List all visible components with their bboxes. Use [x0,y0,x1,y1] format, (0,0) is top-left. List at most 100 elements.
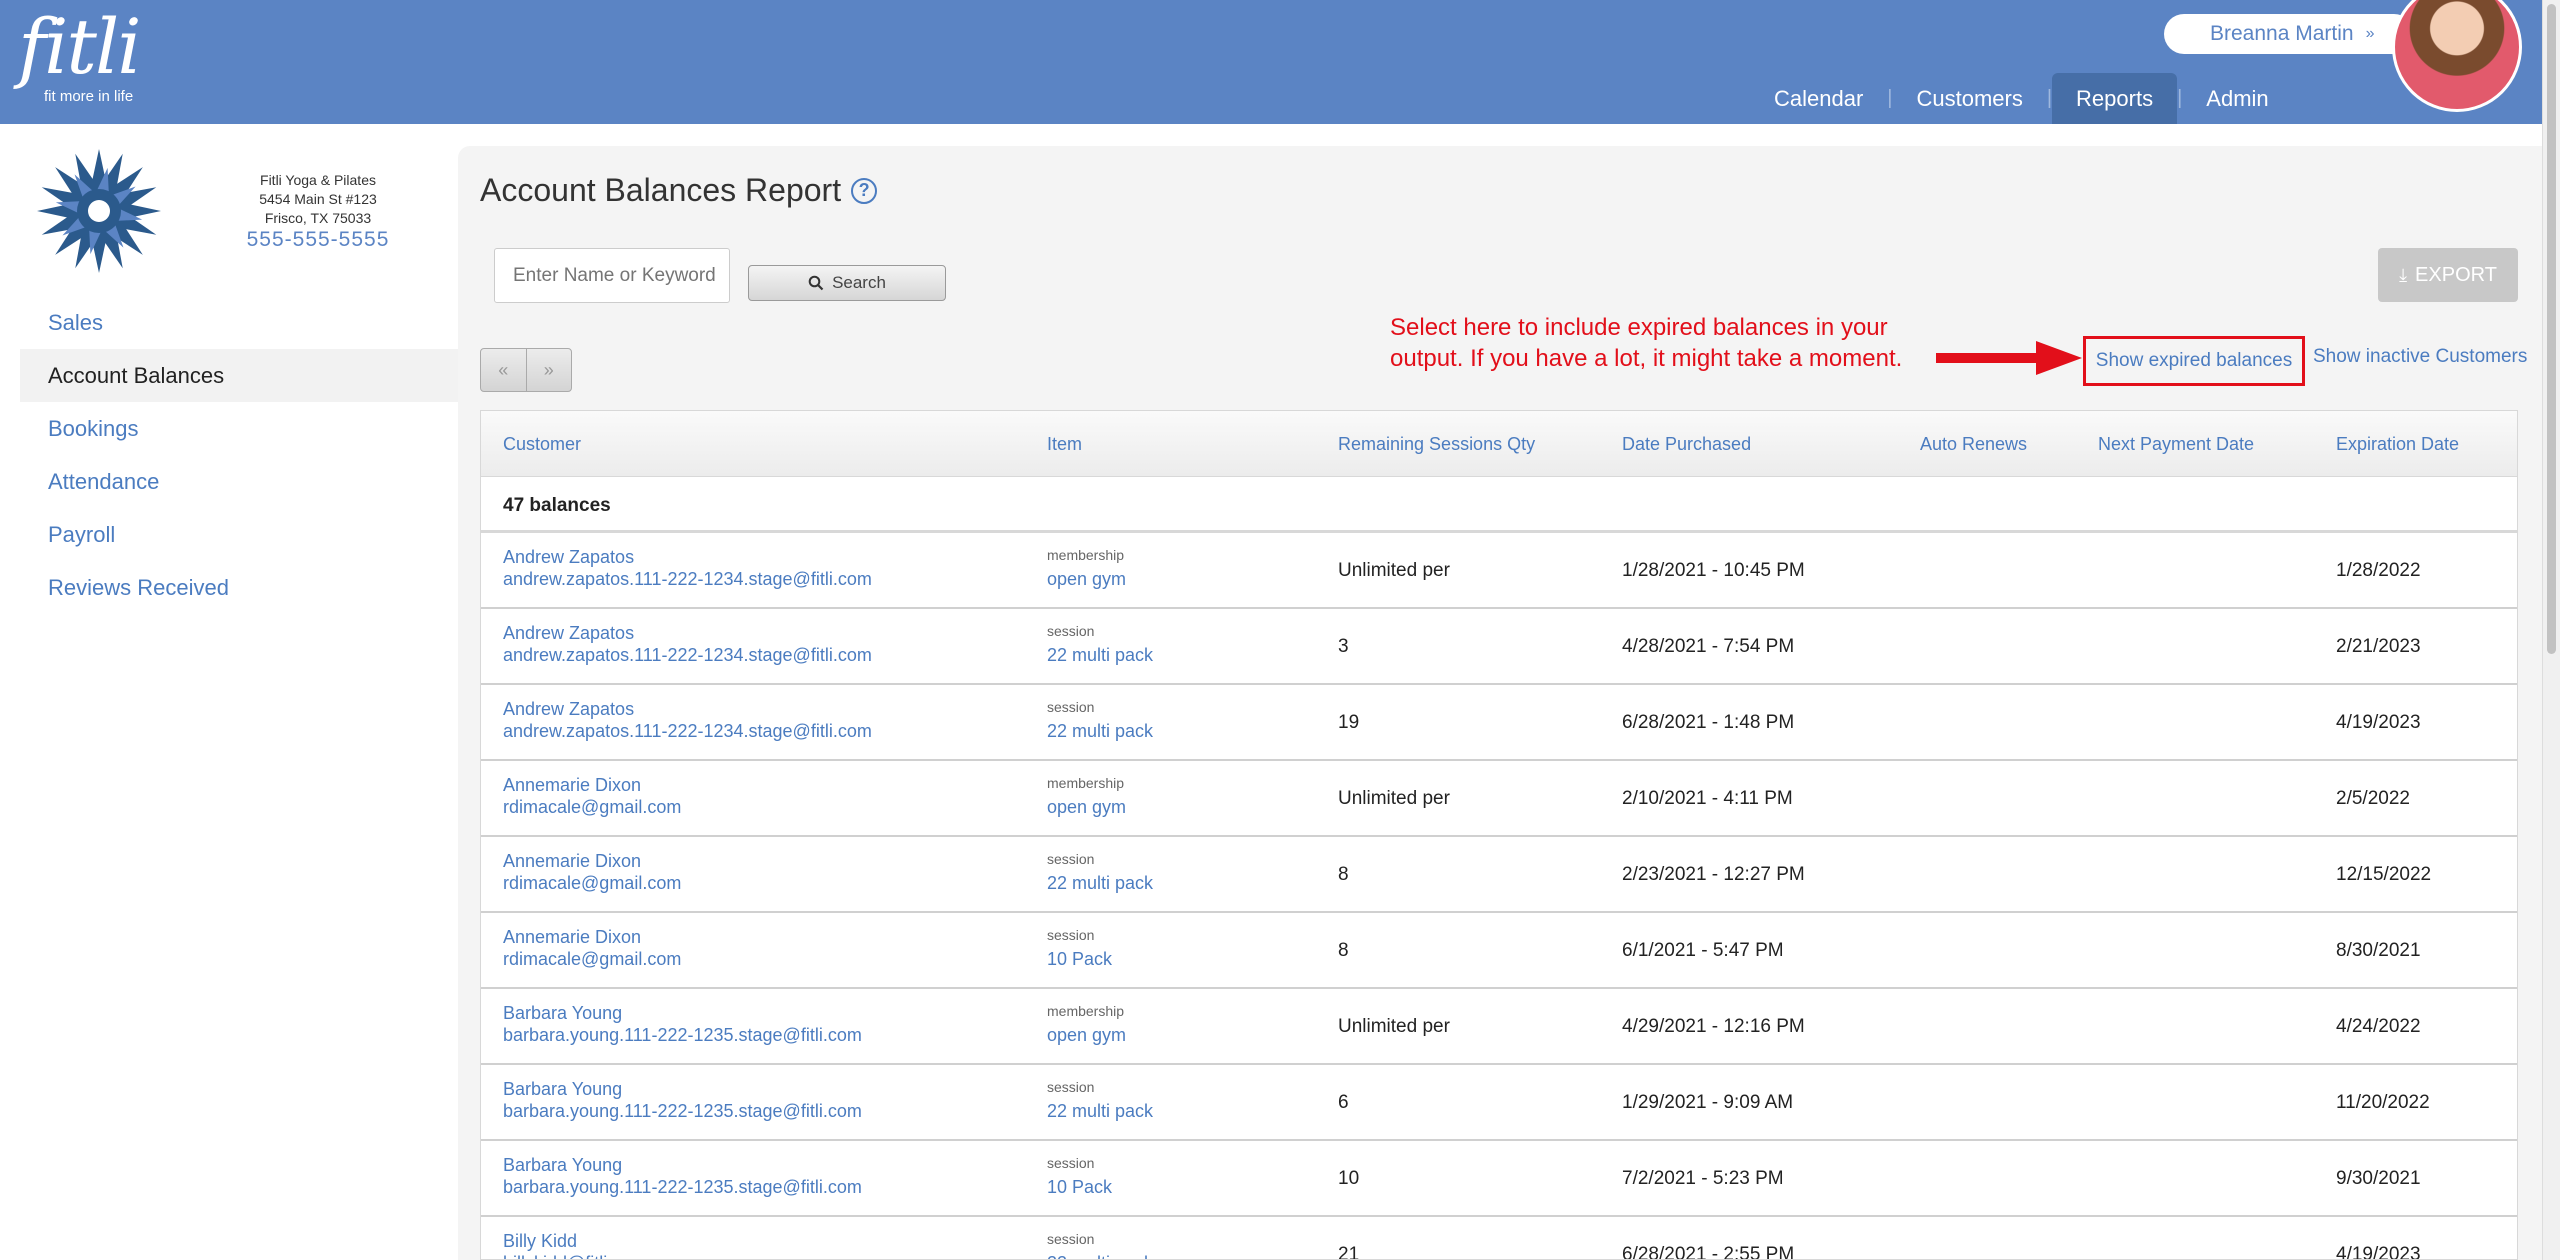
item-name-link[interactable]: 10 Pack [1047,949,1112,970]
help-icon[interactable]: ? [851,177,878,204]
fitli-logo[interactable]: fitli fit more in life [18,8,142,106]
search-button-label: Search [832,273,886,292]
table-row[interactable]: Andrew Zapatos andrew.zapatos.111-222-123… [481,609,2517,685]
column-header-expiration-date[interactable]: Expiration Date [2336,411,2459,477]
item-name-link[interactable]: open gym [1047,797,1126,818]
remaining-sessions-qty: 21 [1338,1244,1360,1260]
sidebar-item-attendance[interactable]: Attendance [20,455,458,508]
studio-phone[interactable]: 555-555-5555 [230,228,406,252]
column-header-customer[interactable]: Customer [503,411,581,477]
customer-email-link[interactable]: barbara.young.111-222-1235.stage@fitli.c… [503,1101,862,1121]
table-body: Andrew Zapatos andrew.zapatos.111-222-123… [481,533,2517,1260]
customer-name-link[interactable]: Barbara Young [503,1079,622,1099]
nav-calendar[interactable]: Calendar [1750,73,1887,124]
table-header: Customer Item Remaining Sessions Qty Dat… [481,411,2517,477]
table-row[interactable]: Andrew Zapatos andrew.zapatos.111-222-123… [481,533,2517,609]
table-row[interactable]: Annemarie Dixon rdimacale@gmail.com sessio… [481,913,2517,989]
top-header: fitli fit more in life Breanna Martin » … [0,0,2542,124]
table-row[interactable]: Barbara Young barbara.young.111-222-1235.… [481,989,2517,1065]
customer-name-link[interactable]: Andrew Zapatos [503,623,634,643]
column-header-item[interactable]: Item [1047,411,1082,477]
customer-email-link[interactable]: andrew.zapatos.111-222-1234.stage@fitli.… [503,721,872,741]
customer-name-link[interactable]: Andrew Zapatos [503,547,634,567]
customer-email-link[interactable]: andrew.zapatos.111-222-1234.stage@fitli.… [503,569,872,589]
page-scrollbar[interactable] [2542,0,2560,1260]
search-input[interactable] [494,248,730,303]
export-button[interactable]: ⤓ EXPORT [2378,248,2518,302]
remaining-sessions-qty: 19 [1338,712,1360,733]
user-menu-button[interactable]: Breanna Martin » [2164,14,2414,54]
customer-email-link[interactable]: billykidd@fitli... [503,1253,622,1259]
column-header-date-purchased[interactable]: Date Purchased [1622,411,1751,477]
date-purchased: 4/28/2021 - 7:54 PM [1622,636,1795,657]
sidebar-item-payroll[interactable]: Payroll [20,508,458,561]
remaining-sessions-qty: 10 [1338,1168,1360,1189]
customer-email-link[interactable]: barbara.young.111-222-1235.stage@fitli.c… [503,1177,862,1197]
sidebar-item-sales[interactable]: Sales [20,296,458,349]
column-header-next-payment-date[interactable]: Next Payment Date [2098,411,2254,477]
user-name: Breanna Martin [2210,22,2354,45]
item-name-link[interactable]: open gym [1047,569,1126,590]
table-row[interactable]: Barbara Young barbara.young.111-222-1235.… [481,1065,2517,1141]
customer-name-link[interactable]: Annemarie Dixon [503,851,641,871]
column-header-auto-renews[interactable]: Auto Renews [1920,411,2027,477]
studio-address-line1: 5454 Main St #123 [259,191,377,207]
expiration-date: 4/19/2023 [2336,712,2421,733]
annotation-line-2: output. If you have a lot, it might take… [1390,345,1903,372]
date-purchased: 2/23/2021 - 12:27 PM [1622,864,1805,885]
prev-page-button[interactable]: « [481,349,527,391]
annotation-line-1: Select here to include expired balances … [1390,314,1888,341]
search-icon [808,275,824,291]
nav-admin[interactable]: Admin [2182,73,2292,124]
show-expired-balances-link[interactable]: Show expired balances [2083,336,2305,386]
column-header-remaining-sessions[interactable]: Remaining Sessions Qty [1338,411,1535,477]
table-row[interactable]: Billy Kidd billykidd@fitli... session 22 mu… [481,1217,2517,1260]
item-name-link[interactable]: 22 multi pack [1047,1101,1153,1122]
avatar[interactable] [2392,0,2522,112]
customer-name-link[interactable]: Annemarie Dixon [503,927,641,947]
customer-name-link[interactable]: Annemarie Dixon [503,775,641,795]
date-purchased: 4/29/2021 - 12:16 PM [1622,1016,1805,1037]
date-purchased: 6/1/2021 - 5:47 PM [1622,940,1784,961]
item-name-link[interactable]: 22 multi pack [1047,645,1153,666]
item-name-link[interactable]: 22 multi pack [1047,1253,1153,1259]
customer-email-link[interactable]: barbara.young.111-222-1235.stage@fitli.c… [503,1025,862,1045]
customer-name-link[interactable]: Andrew Zapatos [503,699,634,719]
balance-count-row: 47 balances [481,477,2517,533]
expiration-date: 8/30/2021 [2336,940,2421,961]
customer-email-link[interactable]: rdimacale@gmail.com [503,949,681,969]
customer-email-link[interactable]: andrew.zapatos.111-222-1234.stage@fitli.… [503,645,872,665]
customer-email-link[interactable]: rdimacale@gmail.com [503,797,681,817]
customer-email-link[interactable]: rdimacale@gmail.com [503,873,681,893]
customer-name-link[interactable]: Billy Kidd [503,1231,577,1251]
remaining-sessions-qty: 3 [1338,636,1349,657]
table-row[interactable]: Annemarie Dixon rdimacale@gmail.com sessio… [481,837,2517,913]
table-row[interactable]: Annemarie Dixon rdimacale@gmail.com member… [481,761,2517,837]
nav-reports[interactable]: Reports [2052,73,2178,124]
sidebar-item-reviews-received[interactable]: Reviews Received [20,561,458,614]
item-name-link[interactable]: 22 multi pack [1047,873,1153,894]
item-type: membership [1047,775,1125,791]
scrollbar-thumb[interactable] [2547,4,2556,654]
next-page-button[interactable]: » [527,349,572,391]
customer-name-link[interactable]: Barbara Young [503,1003,622,1023]
show-inactive-customers-link[interactable]: Show inactive Customers [2313,346,2527,368]
date-purchased: 1/28/2021 - 10:45 PM [1622,560,1805,581]
item-type: session [1047,1231,1095,1247]
pagination: « » [480,348,572,392]
table-row[interactable]: Andrew Zapatos andrew.zapatos.111-222-123… [481,685,2517,761]
search-button[interactable]: Search [748,265,946,301]
sidebar-item-bookings[interactable]: Bookings [20,402,458,455]
expiration-date: 11/20/2022 [2336,1092,2430,1113]
table-row[interactable]: Barbara Young barbara.young.111-222-1235.… [481,1141,2517,1217]
item-name-link[interactable]: open gym [1047,1025,1126,1046]
expiration-date: 2/21/2023 [2336,636,2421,657]
remaining-sessions-qty: Unlimited per [1338,560,1450,581]
item-name-link[interactable]: 22 multi pack [1047,721,1153,742]
customer-name-link[interactable]: Barbara Young [503,1155,622,1175]
balances-table: Customer Item Remaining Sessions Qty Dat… [480,410,2518,1260]
sidebar-item-account-balances[interactable]: Account Balances [20,349,458,402]
annotation-callout: Select here to include expired balances … [1390,312,1930,374]
nav-customers[interactable]: Customers [1892,73,2046,124]
item-name-link[interactable]: 10 Pack [1047,1177,1112,1198]
